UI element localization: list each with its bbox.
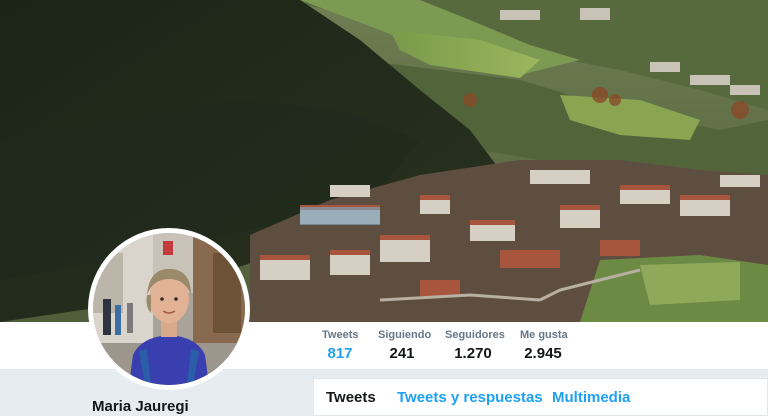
avatar[interactable] [88, 228, 250, 390]
profile-name: Maria Jauregi [92, 398, 189, 415]
stat-following[interactable]: Siguiendo 241 [378, 328, 432, 364]
stat-followers-label: Seguidores [445, 329, 505, 341]
stat-tweets-value: 817 [327, 345, 353, 362]
stat-likes-label: Me gusta [520, 329, 568, 341]
stat-tweets-label: Tweets [322, 329, 359, 341]
timeline-tabs: Tweets Tweets y respuestas Multimedia [313, 378, 768, 416]
stat-likes[interactable]: Me gusta 2.945 [520, 328, 568, 364]
stat-followers[interactable]: Seguidores 1.270 [445, 328, 505, 364]
stat-likes-value: 2.945 [524, 345, 562, 362]
stat-following-label: Siguiendo [378, 329, 432, 341]
avatar-photo [93, 233, 245, 385]
profile-lower-area: Maria Jauregi Tweets Tweets y respuestas… [0, 370, 768, 416]
stat-following-value: 241 [389, 345, 415, 362]
tab-tweets[interactable]: Tweets [326, 389, 376, 406]
tab-media[interactable]: Multimedia [552, 389, 630, 406]
tab-tweets-and-replies[interactable]: Tweets y respuestas [397, 389, 543, 406]
profile-page: Tweets 817 Siguiendo 241 Seguidores 1.27… [0, 0, 768, 416]
stat-tweets[interactable]: Tweets 817 [322, 328, 358, 374]
stat-followers-value: 1.270 [454, 345, 492, 362]
